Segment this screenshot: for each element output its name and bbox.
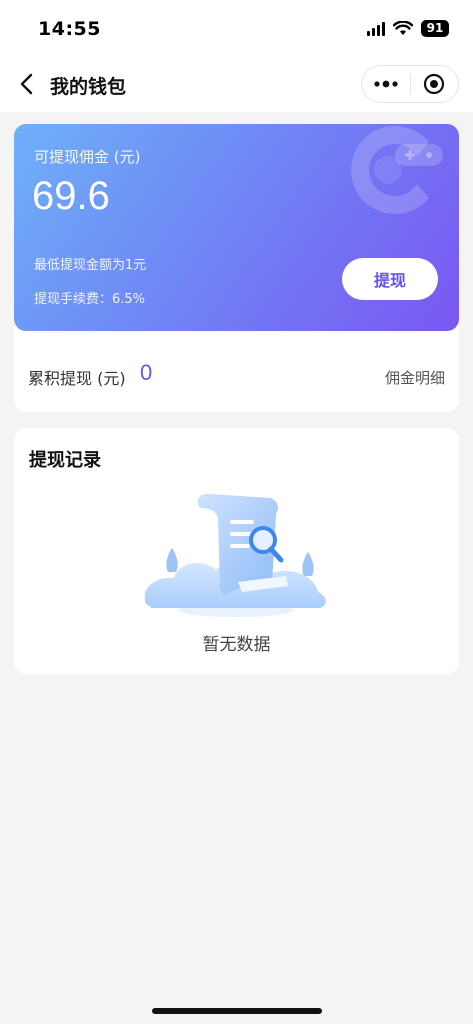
mini-program-capsule: [361, 65, 459, 103]
close-button[interactable]: [411, 66, 459, 102]
screen: 14:55 91 我的钱包 可提现佣金 (元) 69.6 最低提现金额为1元 提…: [0, 0, 473, 1024]
cellular-signal-icon: [367, 21, 385, 36]
empty-document-illustration: [144, 493, 326, 617]
withdrawal-fee-text: 提现手续费：6.5%: [34, 292, 146, 307]
empty-state-text: 暂无数据: [202, 635, 271, 655]
withdraw-button[interactable]: 提现: [342, 258, 438, 300]
available-commission-amount: 69.6: [32, 174, 110, 218]
minimum-withdrawal-text: 最低提现金额为1元: [34, 258, 147, 273]
back-button[interactable]: [8, 66, 44, 102]
nav-bar: 我的钱包: [0, 58, 473, 112]
status-bar: 14:55 91: [0, 0, 473, 58]
wifi-icon: [393, 21, 413, 35]
records-title: 提现记录: [29, 450, 101, 471]
wallet-card: 可提现佣金 (元) 69.6 最低提现金额为1元 提现手续费：6.5% 提现 累…: [14, 124, 459, 412]
withdrawal-records-card: 提现记录 暂无数据: [14, 428, 459, 674]
brand-logo-icon: [351, 126, 443, 214]
status-icons: 91: [367, 20, 449, 37]
available-commission-label: 可提现佣金 (元): [34, 148, 141, 166]
battery-icon: 91: [421, 20, 449, 37]
close-target-icon: [424, 73, 445, 95]
cumulative-withdrawal-label: 累积提现 (元): [28, 369, 126, 388]
status-time: 14:55: [38, 18, 101, 40]
cumulative-withdrawal-value: 0: [140, 360, 153, 385]
page-title: 我的钱包: [50, 76, 127, 98]
back-arrow-icon: [20, 73, 33, 95]
more-button[interactable]: [362, 66, 410, 102]
more-dots-icon: [374, 80, 398, 88]
wallet-balance-panel: 可提现佣金 (元) 69.6 最低提现金额为1元 提现手续费：6.5% 提现: [14, 124, 459, 331]
home-indicator[interactable]: [152, 1008, 322, 1014]
commission-detail-link[interactable]: 佣金明细: [385, 367, 445, 388]
